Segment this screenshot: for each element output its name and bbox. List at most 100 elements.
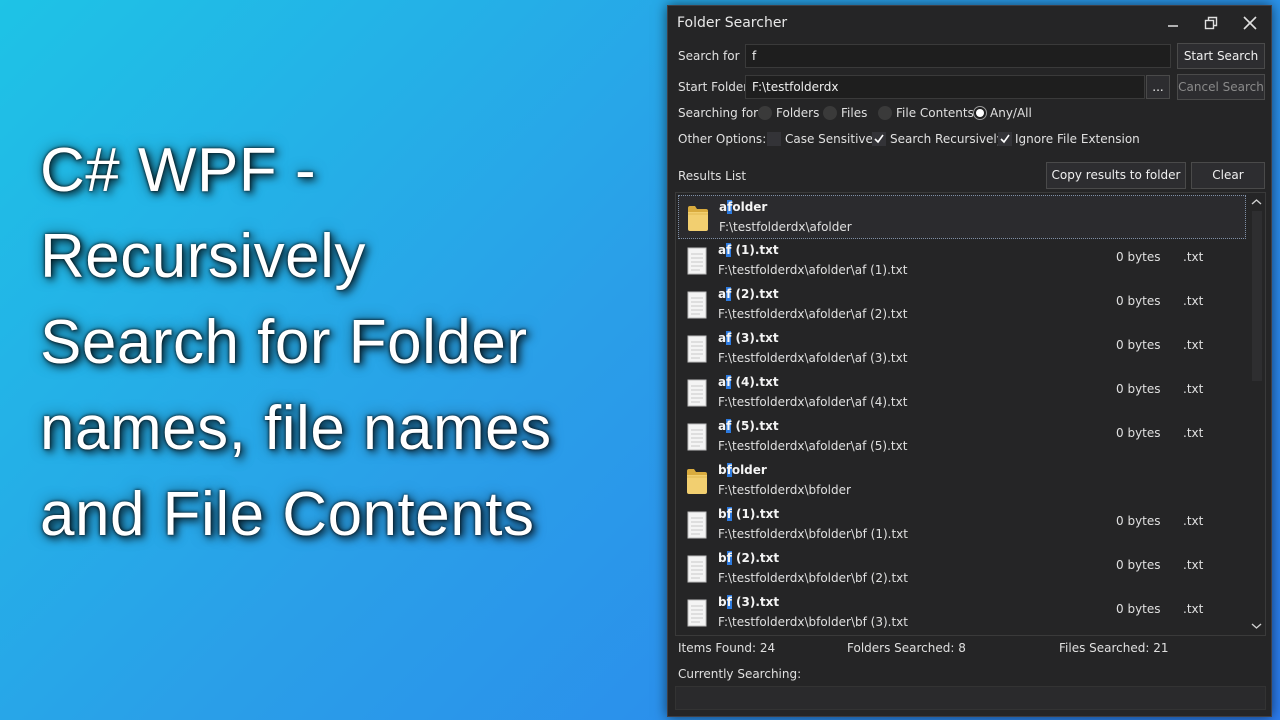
radio-files[interactable] — [823, 106, 837, 120]
radio-any-all-label[interactable]: Any/All — [990, 106, 1032, 120]
search-recursively-label[interactable]: Search Recursively — [890, 132, 1004, 146]
result-name-prefix: a — [718, 331, 727, 345]
result-extension: .txt — [1183, 250, 1204, 264]
folder-icon — [687, 204, 709, 232]
case-sensitive-label[interactable]: Case Sensitive — [785, 132, 873, 146]
current-path-box — [675, 686, 1266, 710]
result-name: bf (1).txt — [718, 507, 779, 521]
text-file-icon — [686, 511, 708, 539]
result-path: F:\testfolderdx\bfolder — [718, 483, 851, 497]
result-path: F:\testfolderdx\afolder\af (1).txt — [718, 263, 908, 277]
radio-folders-label[interactable]: Folders — [776, 106, 819, 120]
copy-results-button[interactable]: Copy results to folder — [1046, 162, 1186, 189]
result-path: F:\testfolderdx\bfolder\bf (2).txt — [718, 571, 908, 585]
result-row[interactable]: bfolder F:\testfolderdx\bfolder — [678, 459, 1246, 503]
radio-folders[interactable] — [758, 106, 772, 120]
title-line: and File Contents — [40, 480, 535, 549]
ignore-file-extension-label[interactable]: Ignore File Extension — [1015, 132, 1140, 146]
result-extension: .txt — [1183, 602, 1204, 616]
result-row[interactable]: af (2).txt F:\testfolderdx\afolder\af (2)… — [678, 283, 1246, 327]
result-name-suffix: older — [732, 200, 768, 214]
search-recursively-checkbox[interactable] — [872, 132, 886, 146]
result-path: F:\testfolderdx\bfolder\bf (1).txt — [718, 527, 908, 541]
window-title: Folder Searcher — [677, 15, 788, 31]
result-path: F:\testfolderdx\afolder\af (2).txt — [718, 307, 908, 321]
title-bar[interactable]: Folder Searcher — [668, 6, 1271, 40]
result-name-prefix: a — [718, 375, 727, 389]
result-name-suffix: (4).txt — [731, 375, 779, 389]
result-size: 0 bytes — [1116, 602, 1161, 616]
result-size: 0 bytes — [1116, 514, 1161, 528]
cancel-search-button[interactable]: Cancel Search — [1177, 74, 1265, 100]
result-name: bf (2).txt — [718, 551, 779, 565]
restore-icon[interactable] — [1201, 13, 1221, 33]
result-name-suffix: (1).txt — [731, 507, 780, 521]
scroll-down-icon[interactable] — [1248, 619, 1265, 633]
result-row[interactable]: af (4).txt F:\testfolderdx\afolder\af (4)… — [678, 371, 1246, 415]
results-list-label: Results List — [678, 169, 747, 183]
result-name-prefix: a — [718, 243, 727, 257]
radio-files-label[interactable]: Files — [841, 106, 867, 120]
result-size: 0 bytes — [1116, 338, 1161, 352]
result-name: af (3).txt — [718, 331, 779, 345]
close-icon[interactable] — [1240, 13, 1260, 33]
clear-button[interactable]: Clear — [1191, 162, 1265, 189]
result-name: bfolder — [718, 463, 767, 477]
result-row[interactable]: bf (1).txt F:\testfolderdx\bfolder\bf (1)… — [678, 503, 1246, 547]
result-name-suffix: (3).txt — [731, 331, 779, 345]
text-file-icon — [686, 423, 708, 451]
result-row[interactable]: af (1).txt F:\testfolderdx\afolder\af (1)… — [678, 239, 1246, 283]
result-row[interactable]: afolder F:\testfolderdx\afolder — [678, 195, 1246, 239]
radio-file-contents-label[interactable]: File Contents — [896, 106, 974, 120]
scroll-up-icon[interactable] — [1248, 195, 1265, 209]
result-name-suffix: (5).txt — [731, 419, 779, 433]
text-file-icon — [686, 379, 708, 407]
result-size: 0 bytes — [1116, 558, 1161, 572]
result-path: F:\testfolderdx\afolder\af (4).txt — [718, 395, 908, 409]
start-search-button[interactable]: Start Search — [1177, 43, 1265, 69]
result-name-prefix: b — [718, 551, 727, 565]
folders-searched: Folders Searched: 8 — [847, 641, 966, 655]
title-line: C# WPF - — [40, 136, 317, 205]
text-file-icon — [686, 335, 708, 363]
result-name-suffix: (3).txt — [731, 595, 780, 609]
result-size: 0 bytes — [1116, 382, 1161, 396]
checkmark-icon — [1000, 134, 1010, 144]
vertical-scrollbar[interactable] — [1248, 193, 1265, 635]
result-path: F:\testfolderdx\afolder\af (5).txt — [718, 439, 908, 453]
result-row[interactable]: bf (3).txt F:\testfolderdx\bfolder\bf (3)… — [678, 591, 1246, 635]
case-sensitive-checkbox[interactable] — [767, 132, 781, 146]
search-for-label: Search for — [678, 49, 740, 63]
radio-any-all[interactable] — [973, 106, 987, 120]
searching-for-label: Searching for: — [678, 106, 762, 120]
result-name-prefix: b — [718, 463, 727, 477]
result-size: 0 bytes — [1116, 294, 1161, 308]
result-extension: .txt — [1183, 558, 1204, 572]
result-row[interactable]: af (5).txt F:\testfolderdx\afolder\af (5)… — [678, 415, 1246, 459]
ignore-file-extension-checkbox[interactable] — [998, 132, 1012, 146]
results-list[interactable]: afolder F:\testfolderdx\afolder af (1).txt… — [675, 192, 1266, 636]
result-extension: .txt — [1183, 426, 1204, 440]
result-row[interactable]: af (3).txt F:\testfolderdx\afolder\af (3)… — [678, 327, 1246, 371]
result-name: af (4).txt — [718, 375, 779, 389]
text-file-icon — [686, 555, 708, 583]
video-title: C# WPF - Recursively Search for Folder n… — [40, 128, 650, 558]
start-folder-input[interactable]: F:\testfolderdx — [745, 75, 1145, 99]
result-name-prefix: a — [718, 287, 727, 301]
result-name: afolder — [719, 200, 767, 214]
result-name: bf (3).txt — [718, 595, 779, 609]
result-extension: .txt — [1183, 338, 1204, 352]
scrollbar-thumb[interactable] — [1252, 211, 1262, 381]
title-line: Search for Folder — [40, 308, 528, 377]
minimize-icon[interactable] — [1163, 13, 1183, 33]
items-found: Items Found: 24 — [678, 641, 776, 655]
result-name-suffix: (2).txt — [731, 287, 779, 301]
result-size: 0 bytes — [1116, 250, 1161, 264]
result-name-prefix: b — [718, 507, 727, 521]
result-row[interactable]: bf (2).txt F:\testfolderdx\bfolder\bf (2)… — [678, 547, 1246, 591]
radio-file-contents[interactable] — [878, 106, 892, 120]
folder-searcher-window: Folder Searcher Search for f Start Searc… — [667, 5, 1272, 717]
browse-button[interactable]: ... — [1146, 75, 1170, 99]
result-name-prefix: b — [718, 595, 727, 609]
search-input[interactable]: f — [745, 44, 1171, 68]
